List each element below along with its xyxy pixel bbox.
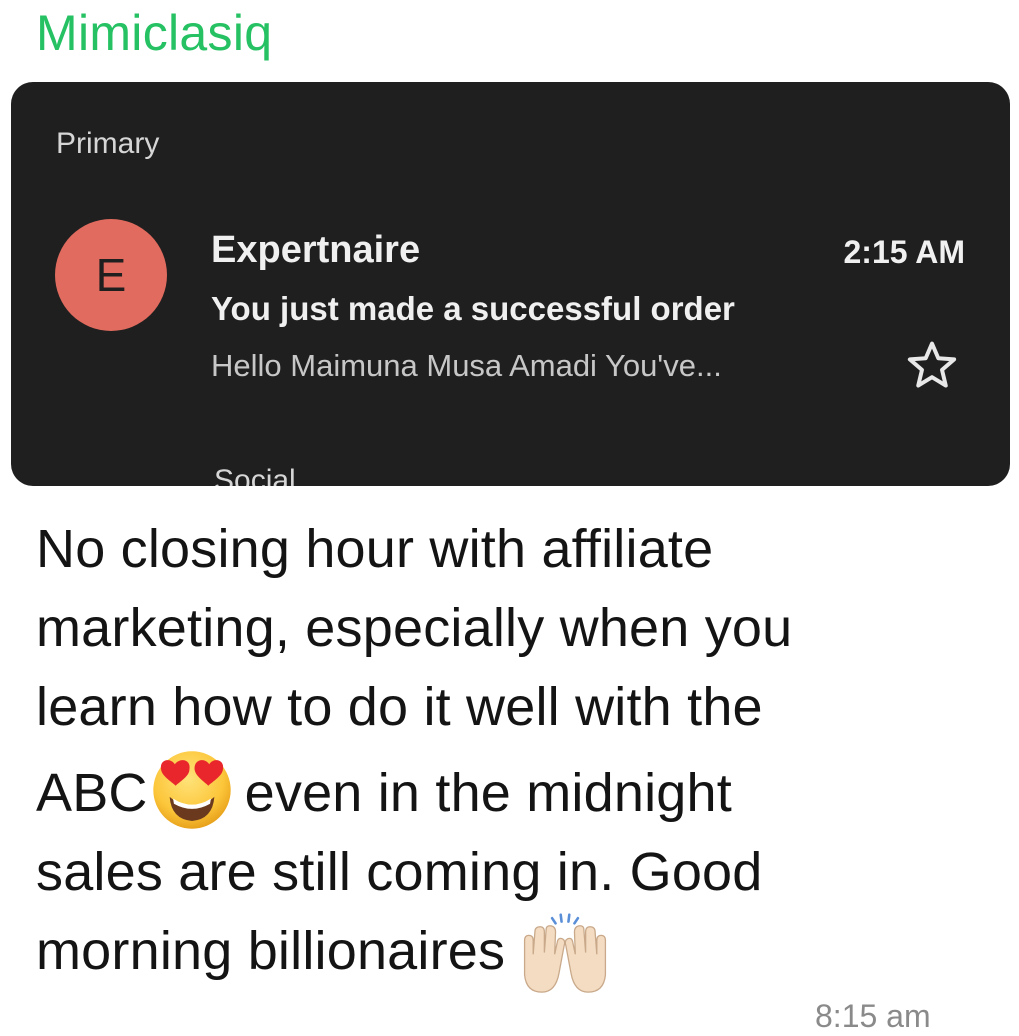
raising-hands-emoji-icon (524, 913, 607, 993)
sender-name[interactable]: Mimiclasiq (36, 2, 272, 64)
message-line: sales are still coming in. Good (36, 842, 763, 902)
message-line: morning billionaires (36, 912, 1006, 999)
message-line: No closing hour with affiliate (36, 519, 714, 579)
heart-eyes-emoji-icon (152, 751, 231, 829)
message-text: No closing hour with affiliate marketing… (36, 510, 1006, 999)
email-time: 2:15 AM (843, 234, 965, 270)
message-timestamp: 8:15 am (815, 998, 931, 1034)
sender-avatar: E (55, 219, 167, 331)
message-fragment: ABC (36, 763, 148, 823)
inbox-section-social: Social (214, 464, 296, 486)
star-icon (907, 341, 957, 388)
message-fragment: even in the midnight (244, 763, 732, 823)
email-subject: You just made a successful order (211, 290, 735, 327)
message-line: marketing, especially when you (36, 598, 793, 658)
inbox-section-primary: Primary (56, 127, 160, 160)
message-fragment: morning billionaires (36, 921, 506, 981)
email-sender: Expertnaire (211, 229, 421, 271)
message-line: ABC even in the midnight (36, 747, 1006, 833)
email-snippet: Hello Maimuna Musa Amadi You've... (211, 348, 722, 383)
message-line: learn how to do it well with the (36, 677, 763, 737)
email-screenshot-image[interactable]: Primary E Expertnaire 2:15 AM You just m… (11, 82, 1010, 486)
